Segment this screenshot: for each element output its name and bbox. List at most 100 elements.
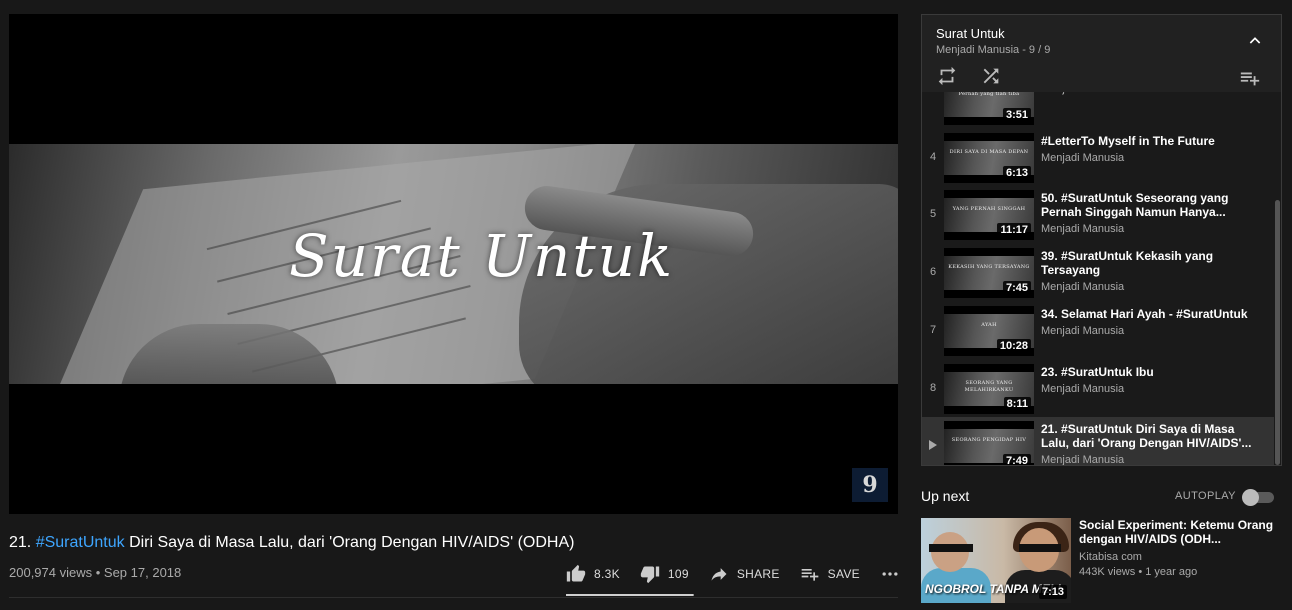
thumbs-down-icon xyxy=(640,566,660,584)
loop-playlist-button[interactable] xyxy=(936,65,958,92)
playlist-index: 6 xyxy=(929,266,937,278)
up-next-label: Up next xyxy=(921,488,970,504)
playlist-item-channel: Menjadi Manusia xyxy=(1041,223,1125,235)
hashtag-link[interactable]: #SuratUntuk xyxy=(36,534,125,551)
playlist-item-title: 23. #SuratUntuk Ibu xyxy=(1041,365,1154,379)
more-actions-button[interactable] xyxy=(880,564,908,584)
up-next-stats: 443K views • 1 year ago xyxy=(1079,566,1275,578)
duration-badge: 3:51 xyxy=(1002,108,1031,122)
playlist-item[interactable]: 5 YANG PERNAH SINGGAH 11:17 50. #SuratUntuk… xyxy=(922,186,1274,243)
playlist-thumbnail[interactable]: DIRI SAYA DI MASA DEPAN 6:13 xyxy=(944,133,1034,183)
playlist-item-text: 39. #SuratUntuk Kekasih yang Tersayang Me… xyxy=(1041,249,1255,293)
dislike-count: 109 xyxy=(667,567,689,581)
playlist-item-text: 50. #SuratUntuk Seseorang yang Pernah Si… xyxy=(1041,191,1255,235)
like-button[interactable]: 8.3K xyxy=(566,564,620,584)
title-rest: Diri Saya di Masa Lalu, dari 'Orang Deng… xyxy=(124,534,575,551)
stats-separator: • xyxy=(1135,566,1146,578)
autoplay-toggle[interactable] xyxy=(1242,489,1274,506)
playlist-thumbnail[interactable]: KEKASIH YANG TERSAYANG 7:45 xyxy=(944,248,1034,298)
playlist-index: 7 xyxy=(929,324,937,336)
playlist-item[interactable]: Pernah yang tlah tiba 3:51 Menjadi Manusia xyxy=(922,92,1274,128)
thumbnail-caption: SEORANG YANG MELAHIRKANKU xyxy=(964,380,1014,393)
scrollbar-thumb[interactable] xyxy=(1275,200,1280,465)
like-ratio-bar xyxy=(566,594,694,596)
playlist-item[interactable]: 4 DIRI SAYA DI MASA DEPAN 6:13 #LetterTo My… xyxy=(922,129,1274,186)
thumbnail-caption: YANG PERNAH SINGGAH xyxy=(952,206,1026,212)
title-prefix: 21. xyxy=(9,534,36,551)
playlist-item-title: 39. #SuratUntuk Kekasih yang Tersayang xyxy=(1041,249,1214,277)
up-next-title[interactable]: Social Experiment: Ketemu Orang dengan H… xyxy=(1079,518,1275,546)
chevron-up-icon xyxy=(1249,37,1261,44)
save-playlist-button[interactable] xyxy=(1239,67,1261,94)
duration-badge: 7:45 xyxy=(1002,281,1031,295)
person-left-head xyxy=(931,532,969,572)
video-meta: 200,974 views • Sep 17, 2018 xyxy=(9,565,181,580)
shuffle-icon xyxy=(983,68,999,84)
thumbnail-caption: Pernah yang tlah tiba xyxy=(958,92,1020,97)
playlist-item-channel: Menjadi Manusia xyxy=(1041,383,1125,395)
playlist-panel: Surat Untuk Menjadi Manusia - 9 / 9 Pern… xyxy=(921,14,1282,466)
save-button[interactable]: SAVE xyxy=(800,564,860,584)
playlist-item[interactable]: SEORANG PENGIDAP HIV 7:49 21. #SuratUntuk … xyxy=(922,417,1274,466)
playlist-index: 4 xyxy=(929,151,937,163)
frame-title: Surat Untuk xyxy=(289,222,675,290)
playlist-item-channel: Menjadi Manusia xyxy=(1041,325,1125,337)
playlist-thumbnail[interactable]: AYAH 10:28 xyxy=(944,306,1034,356)
up-next-views: 443K views xyxy=(1079,566,1136,578)
more-horizontal-icon xyxy=(882,572,898,576)
playlist-title[interactable]: Surat Untuk xyxy=(936,26,1005,41)
playlist-item[interactable]: 8 SEORANG YANG MELAHIRKANKU 8:11 23. #Surat… xyxy=(922,360,1274,417)
playlist-thumbnail[interactable]: YANG PERNAH SINGGAH 11:17 xyxy=(944,190,1034,240)
dislike-button[interactable]: 109 xyxy=(640,564,689,584)
video-player[interactable]: Surat Untuk 9 xyxy=(9,14,898,514)
playlist-item-channel: Menjadi Manusia xyxy=(1041,454,1125,466)
playlist-item-text: 23. #SuratUntuk Ibu Menjadi Manusia xyxy=(1041,365,1255,395)
playlist-item-text: 21. #SuratUntuk Diri Saya di Masa Lalu, … xyxy=(1041,422,1255,466)
playlist-item[interactable]: 7 AYAH 10:28 34. Selamat Hari Ayah - #Surat… xyxy=(922,302,1274,359)
playlist-item-title: #LetterTo Myself in The Future xyxy=(1041,134,1215,148)
duration-badge: 10:28 xyxy=(996,339,1031,353)
playlist-item-channel: Menjadi Manusia xyxy=(1041,152,1125,164)
video-frame: Surat Untuk xyxy=(9,144,898,384)
repeat-icon xyxy=(938,66,956,86)
autoplay-label: AUTOPLAY xyxy=(1175,490,1236,502)
playlist-item-title: 34. Selamat Hari Ayah - #SuratUntuk xyxy=(1041,307,1248,321)
playlist-item-title: 50. #SuratUntuk Seseorang yang Pernah Si… xyxy=(1041,191,1229,219)
divider xyxy=(9,597,898,598)
up-next-video[interactable]: NGOBROL TANPA MELI 7:13 Social Experimen… xyxy=(921,518,1281,603)
shuffle-playlist-button[interactable] xyxy=(980,65,1002,92)
share-arrow-icon xyxy=(711,568,727,581)
channel-watermark[interactable]: 9 xyxy=(852,468,888,502)
like-count: 8.3K xyxy=(594,567,620,581)
playlist-thumbnail[interactable]: SEORANG PENGIDAP HIV 7:49 xyxy=(944,421,1034,465)
playlist-index: 8 xyxy=(929,382,937,394)
playlist-index: 5 xyxy=(929,208,937,220)
duration-badge: 7:13 xyxy=(1038,585,1067,599)
playlist-add-icon xyxy=(801,569,818,581)
playlist-items: Pernah yang tlah tiba 3:51 Menjadi Manusia… xyxy=(922,92,1274,466)
playlist-scrollbar[interactable] xyxy=(1274,92,1281,465)
playlist-thumbnail[interactable]: SEORANG YANG MELAHIRKANKU 8:11 xyxy=(944,364,1034,414)
view-count: 200,974 views xyxy=(9,565,93,580)
playlist-item-channel: Menjadi Manusia xyxy=(1041,92,1124,95)
publish-date: Sep 17, 2018 xyxy=(103,565,182,580)
now-playing-icon xyxy=(929,440,937,450)
duration-badge: 6:13 xyxy=(1002,166,1031,180)
thumbnail-caption: DIRI SAYA DI MASA DEPAN xyxy=(949,149,1029,155)
playlist-item-text: #LetterTo Myself in The Future Menjadi Ma… xyxy=(1041,134,1255,164)
like-ratio-fill xyxy=(566,594,693,596)
up-next-details: Social Experiment: Ketemu Orang dengan H… xyxy=(1079,518,1275,578)
playlist-thumbnail[interactable]: Pernah yang tlah tiba 3:51 xyxy=(944,92,1034,125)
playlist-item-channel: Menjadi Manusia xyxy=(1041,281,1125,293)
meta-separator: • xyxy=(92,565,104,580)
share-button[interactable]: SHARE xyxy=(709,564,780,584)
playlist-item[interactable]: 6 KEKASIH YANG TERSAYANG 7:45 39. #SuratUnt… xyxy=(922,244,1274,301)
thumbnail-caption: SEORANG PENGIDAP HIV xyxy=(951,437,1027,443)
up-next-thumbnail[interactable]: NGOBROL TANPA MELI 7:13 xyxy=(921,518,1071,603)
video-title: 21. #SuratUntuk Diri Saya di Masa Lalu, … xyxy=(9,534,574,552)
person-right-blindfold xyxy=(1019,544,1061,552)
duration-badge: 7:49 xyxy=(1002,454,1031,465)
up-next-channel[interactable]: Kitabisa com xyxy=(1079,551,1275,563)
collapse-playlist-button[interactable] xyxy=(1247,33,1263,54)
thumbnail-caption: KEKASIH YANG TERSAYANG xyxy=(948,264,1030,270)
